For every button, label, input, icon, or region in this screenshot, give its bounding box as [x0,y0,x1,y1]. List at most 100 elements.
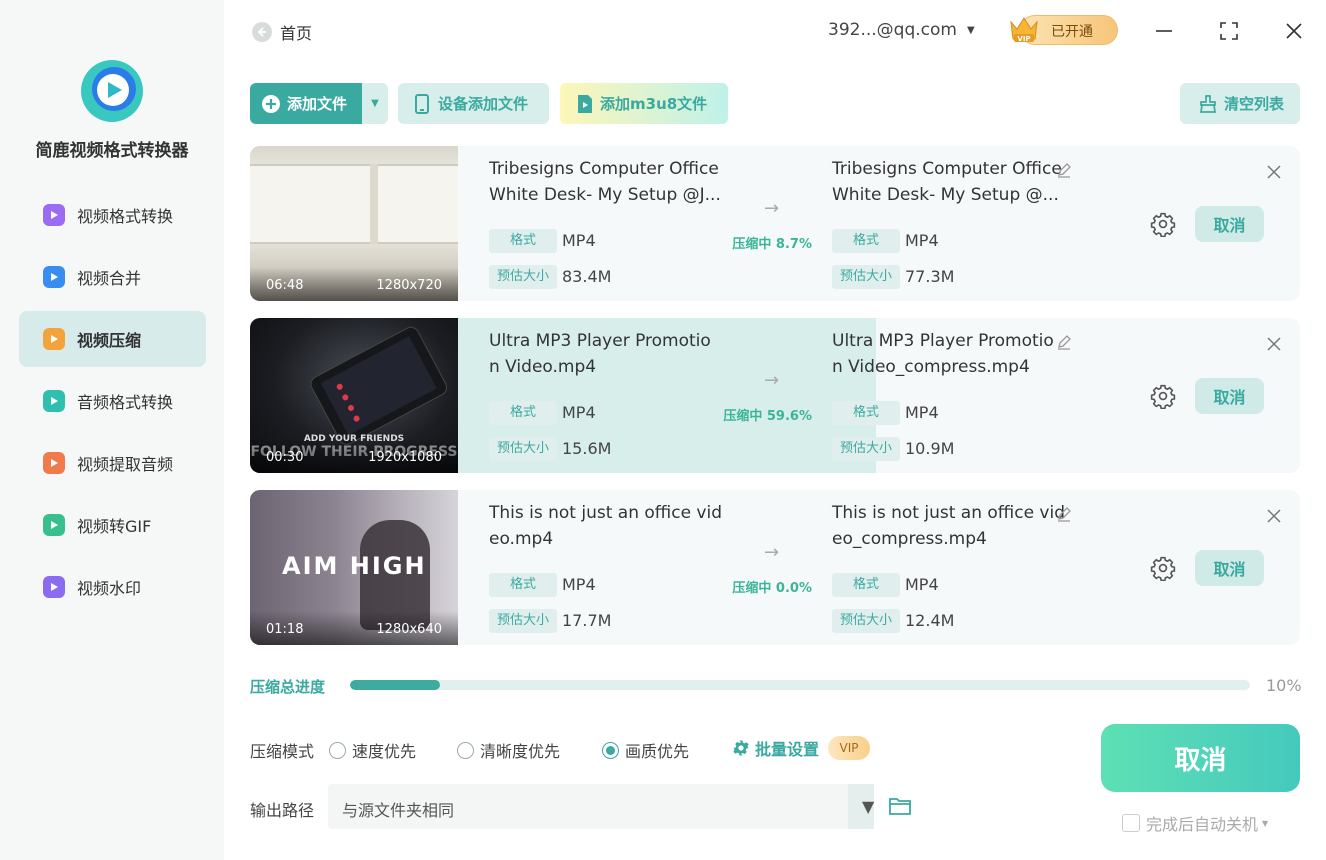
phone-icon [415,93,429,114]
video-duration: 01:18 [266,622,304,637]
sidebar-item[interactable]: 视频提取音频 [19,435,206,491]
format-tag: 格式 [832,573,900,597]
caret-down-icon: ▼ [1262,818,1269,828]
folder-icon[interactable] [888,795,912,817]
add-m3u8-button[interactable]: 添加m3u8文件 [560,83,728,124]
cancel-all-button[interactable]: 取消 [1101,724,1300,792]
edit-pencil-icon[interactable] [1056,334,1072,350]
add-file-button[interactable]: 添加文件 [250,83,362,124]
video-duration: 00:30 [266,450,304,465]
source-file-name: This is not just an office vid eo.mp4 [489,503,723,549]
output-file-name: Tribesigns Computer Office White Desk- My… [832,159,1062,205]
video-thumbnail[interactable]: 06:48 1280x720 [250,146,458,301]
settings-gear-icon[interactable] [1150,383,1176,409]
auto-shutdown-checkbox[interactable]: 完成后自动关机 ▼ [1122,811,1268,835]
video-resolution: 1280x720 [376,278,442,293]
sidebar-item[interactable]: 视频压缩 [19,311,206,367]
mode-speed-radio[interactable]: 速度优先 [329,738,416,762]
size-tag: 预估大小 [832,265,900,289]
format-tag: 格式 [489,229,557,253]
back-arrow-icon [252,22,272,42]
output-size: 77.3M [905,267,955,286]
mode-quality-label: 画质优先 [625,742,690,761]
maximize-icon[interactable] [1218,20,1240,42]
vip-badge: VIP [828,736,870,760]
source-size: 83.4M [562,267,612,286]
mode-clarity-radio[interactable]: 清晰度优先 [457,738,560,762]
video-convert-icon [43,204,65,226]
app-name: 简鹿视频格式转换器 [35,141,189,161]
source-size: 15.6M [562,439,612,458]
close-window-icon[interactable] [1283,20,1305,42]
source-size: 17.7M [562,611,612,630]
sidebar-item-label: 视频格式转换 [77,207,174,226]
add-circle-icon [262,94,280,113]
sidebar-item[interactable]: 视频格式转换 [19,187,206,243]
vip-status-button[interactable]: 已开通 VIP [1006,12,1118,48]
batch-settings-label: 批量设置 [755,740,820,759]
watermark-icon [43,576,65,598]
add-m3u8-label: 添加m3u8文件 [600,95,708,113]
edit-pencil-icon[interactable] [1056,506,1072,522]
sidebar-item[interactable]: 视频水印 [19,559,206,615]
batch-settings-button[interactable]: 批量设置 [732,736,819,760]
thumb-text: AIM HIGH [282,552,427,580]
sidebar: 简鹿视频格式转换器 视频格式转换 视频合并视频压缩音频格式转换 视频提取音频 视频转G… [0,0,224,860]
cancel-file-button[interactable]: 取消 [1195,378,1264,414]
output-size: 10.9M [905,439,955,458]
video-thumbnail[interactable]: ADD YOUR FRIENDSFOLLOW THEIR PROGRESS00:… [250,318,458,473]
settings-gear-icon[interactable] [1150,555,1176,581]
video-resolution: 1920x1080 [368,450,442,465]
output-path-select[interactable]: 与源文件夹相同 ▼ [328,784,874,829]
cancel-file-button[interactable]: 取消 [1195,206,1264,242]
remove-file-icon[interactable] [1266,508,1282,524]
source-file-name: Ultra MP3 Player Promotio n Video.mp4 [489,331,711,377]
total-progress-percent: 10% [1266,676,1302,695]
vip-crown-icon: VIP [1010,17,1038,43]
mode-quality-radio[interactable]: 画质优先 [602,738,689,762]
size-tag: 预估大小 [489,265,557,289]
sidebar-item[interactable]: 视频转GIF [19,497,206,553]
minimize-icon[interactable] [1153,20,1175,42]
caret-down-icon: ▼ [371,98,379,109]
total-progress-label: 压缩总进度 [250,678,326,696]
output-format: MP4 [905,575,939,594]
source-format: MP4 [562,575,596,594]
remove-file-icon[interactable] [1266,164,1282,180]
video-thumbnail[interactable]: AIM HIGH 01:18 1280x640 [250,490,458,645]
back-home-button[interactable]: 首页 [252,20,312,44]
vip-status-label: 已开通 [1051,24,1093,40]
sidebar-item[interactable]: 音频格式转换 [19,373,206,429]
sidebar-item[interactable]: 视频合并 [19,249,206,305]
clear-list-button[interactable]: 清空列表 [1180,83,1300,124]
settings-gear-icon[interactable] [1150,211,1176,237]
format-tag: 格式 [832,229,900,253]
source-format: MP4 [562,403,596,422]
add-device-button[interactable]: 设备添加文件 [398,83,549,124]
remove-file-icon[interactable] [1266,336,1282,352]
video-merge-icon [43,266,65,288]
sidebar-item-label: 视频合并 [77,269,142,288]
video-resolution: 1280x640 [376,622,442,637]
source-format: MP4 [562,231,596,250]
m3u8-file-icon [578,94,592,113]
total-progress-fill [350,680,440,690]
caret-down-icon: ▼ [862,797,875,816]
cancel-file-button[interactable]: 取消 [1195,550,1264,586]
edit-pencil-icon[interactable] [1056,162,1072,178]
output-format: MP4 [905,403,939,422]
size-tag: 预估大小 [489,437,557,461]
output-dropdown-button[interactable]: ▼ [848,784,874,829]
format-tag: 格式 [489,573,557,597]
output-path-value: 与源文件夹相同 [342,801,455,820]
output-path-label: 输出路径 [250,801,315,820]
auto-shutdown-label: 完成后自动关机 [1146,815,1259,834]
chevron-down-icon: ▼ [966,24,975,36]
mode-speed-label: 速度优先 [352,742,417,761]
file-card: AIM HIGH 01:18 1280x640 This is not just an… [250,490,1300,645]
add-file-label: 添加文件 [287,95,348,113]
account-menu[interactable]: 392...@qq.com ▼ [828,20,975,40]
format-tag: 格式 [489,401,557,425]
account-email: 392...@qq.com [828,20,957,40]
add-file-dropdown[interactable]: ▼ [362,83,388,124]
